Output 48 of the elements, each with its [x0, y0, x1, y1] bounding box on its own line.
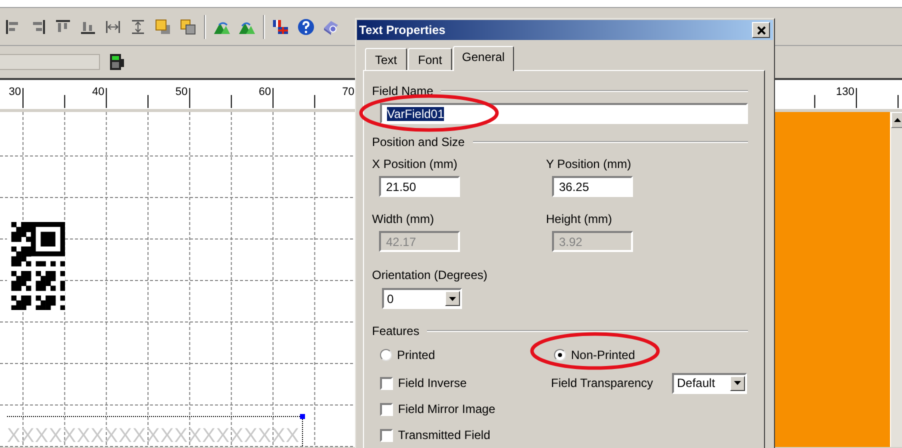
tab[interactable]: Text	[365, 48, 408, 70]
help-icon[interactable]	[297, 18, 315, 36]
toolbar-field[interactable]	[0, 54, 100, 70]
orientation-dropdown[interactable]: 0	[382, 288, 462, 309]
radio-option[interactable]: Non-Printed	[546, 347, 748, 363]
flags-icon[interactable]	[272, 18, 290, 36]
close-button[interactable]	[752, 22, 770, 38]
checkbox[interactable]	[380, 428, 393, 442]
number-input[interactable]: 21.50	[379, 176, 460, 197]
close-icon	[756, 26, 766, 34]
field-label: Orientation (Degrees)	[372, 268, 488, 282]
field-label: Height (mm)	[546, 212, 612, 226]
ruler-label: 70	[342, 86, 354, 98]
up-arrow-icon	[894, 118, 900, 122]
vertical-spacing-icon[interactable]	[129, 18, 147, 36]
ruler-label: 30	[8, 86, 21, 98]
radio-button[interactable]	[554, 349, 566, 361]
checkbox-option[interactable]: Transmitted Field	[380, 427, 546, 443]
selection-handle[interactable]	[300, 414, 305, 419]
tab[interactable]: General	[453, 46, 514, 71]
section-label: Position and Size	[372, 135, 465, 149]
checkbox[interactable]	[380, 376, 393, 390]
ruler-label: 130	[836, 86, 854, 98]
ruler-label: 40	[92, 86, 104, 98]
ruler-label: 50	[175, 86, 188, 98]
field-label: Field Transparency	[551, 376, 654, 390]
checkbox-option[interactable]: Field Mirror Image	[380, 401, 546, 417]
transparency-dropdown[interactable]: Default	[672, 372, 747, 394]
section-label: Features	[372, 324, 420, 338]
tab[interactable]: Font	[408, 48, 452, 70]
section-label: Field Name	[372, 84, 434, 98]
ruler-label: 60	[258, 86, 272, 98]
checkbox-option[interactable]: Field Inverse	[380, 375, 546, 391]
number-input[interactable]: 36.25	[552, 176, 633, 197]
radio-button[interactable]	[380, 349, 392, 361]
device-icon[interactable]	[110, 54, 124, 70]
bring-to-front-icon[interactable]	[154, 18, 172, 36]
send-to-back-icon[interactable]	[179, 18, 197, 36]
checkbox[interactable]	[380, 402, 393, 416]
scrollbar[interactable]	[890, 112, 902, 447]
scroll-up-button[interactable]	[891, 112, 902, 128]
field-label: Width (mm)	[372, 212, 434, 226]
field-label: X Position (mm)	[372, 157, 458, 171]
radio-option[interactable]: Printed	[372, 347, 546, 363]
window-title: Text Properties	[359, 23, 446, 37]
field-name-input[interactable]: VarField01	[380, 103, 748, 124]
placeholder-text: XXXXXXXXXXXXXXXXXXXXX	[7, 426, 300, 446]
field-label: Y Position (mm)	[546, 157, 632, 171]
